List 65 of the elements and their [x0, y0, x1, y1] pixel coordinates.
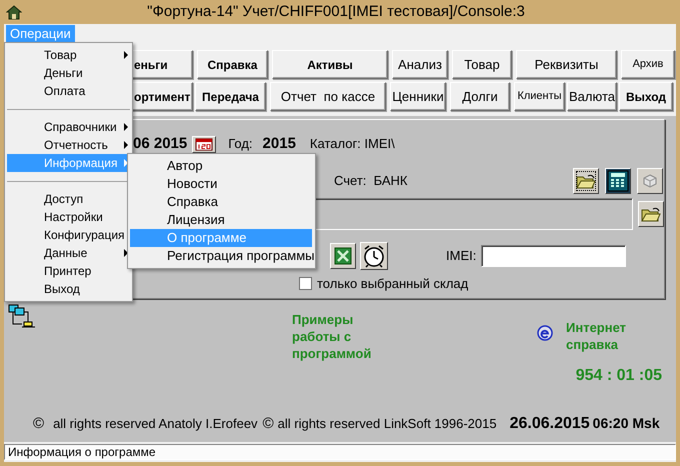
- cube-button[interactable]: [637, 168, 663, 194]
- menu-item[interactable]: Оплата: [7, 82, 130, 100]
- catalog-label: Каталог: IMEI\: [310, 136, 395, 152]
- calculator-button[interactable]: [605, 168, 631, 194]
- menu-item[interactable]: Лицензия: [130, 211, 312, 229]
- calendar-icon: [195, 138, 214, 150]
- menu-item[interactable]: Справка: [130, 193, 312, 211]
- open-button[interactable]: [638, 201, 664, 227]
- cube-icon: [643, 174, 657, 188]
- toolbar-button[interactable]: Активы: [272, 50, 388, 79]
- toolbar-button[interactable]: Ценники: [390, 82, 446, 111]
- date-text: 06 2015: [133, 136, 188, 152]
- internet-icon: [537, 325, 553, 341]
- open-button[interactable]: [573, 168, 599, 194]
- menu-item[interactable]: Конфигурация: [7, 226, 130, 244]
- network-icon: [8, 304, 38, 330]
- toolbar-button[interactable]: Анализ: [392, 50, 448, 79]
- toolbar-button[interactable]: ортимент: [131, 82, 193, 111]
- year-label: Год:: [228, 136, 253, 152]
- menu-item[interactable]: Настройки: [7, 208, 130, 226]
- menu-item[interactable]: Регистрация программы: [130, 247, 312, 265]
- year-value: 2015: [262, 136, 296, 152]
- checkbox[interactable]: [299, 277, 312, 290]
- calendar-button[interactable]: [192, 136, 216, 152]
- alarm-clock-icon: [362, 244, 386, 268]
- imei-field[interactable]: [481, 245, 626, 267]
- toolbar-button[interactable]: Валюта: [567, 82, 617, 111]
- toolbar-button[interactable]: Выход: [619, 82, 673, 111]
- toolbar-button[interactable]: Отчет по кассе: [270, 82, 386, 111]
- menu-item[interactable]: Справочники: [7, 118, 130, 136]
- copyright-text: all rights reserved Anatoly I.Erofeev: [53, 415, 258, 433]
- copyright-symbol: ©: [262, 414, 274, 434]
- toolbar-button[interactable]: Передача: [195, 82, 266, 111]
- menu-item[interactable]: Деньги: [7, 64, 130, 82]
- menu-item[interactable]: Принтер: [7, 262, 130, 280]
- toolbar-button[interactable]: Архив: [621, 50, 675, 79]
- menu-item[interactable]: Товар: [7, 46, 130, 64]
- copyright-symbol: ©: [33, 414, 44, 434]
- copyright-text: all rights reserved LinkSoft 1996-2015: [278, 415, 497, 433]
- menu-item[interactable]: Отчетность: [7, 136, 130, 154]
- toolbar-button[interactable]: Долги: [450, 82, 510, 111]
- toolbar-button[interactable]: Справка: [197, 50, 268, 79]
- imei-label: IMEI:: [446, 247, 476, 266]
- status-bar: Информация о программе: [4, 444, 676, 460]
- toolbar-button[interactable]: Реквизиты: [516, 50, 617, 79]
- checkbox-label: только выбранный склад: [317, 274, 468, 293]
- time-text: 06:20 Msk: [592, 414, 660, 433]
- folder-icon: [641, 206, 662, 222]
- toolbar-button[interactable]: Товар: [452, 50, 512, 79]
- window-title: "Фортуна-14" Учет/CHIFF001[IMEI тестовая]/Console:3: [146, 2, 526, 22]
- alarm-button[interactable]: [360, 242, 388, 270]
- menu-item[interactable]: Выход: [7, 280, 130, 298]
- app-icon: [6, 4, 22, 20]
- excel-button[interactable]: [330, 243, 356, 269]
- toolbar-button[interactable]: Клиенты: [514, 82, 565, 111]
- menu-item[interactable]: Автор: [130, 157, 312, 175]
- toolbar-button[interactable]: еньги: [131, 50, 193, 79]
- menu-item[interactable]: Доступ: [7, 190, 130, 208]
- account-label: Счет: БАНК: [334, 172, 408, 190]
- calculator-icon: [607, 170, 629, 192]
- spreadsheet-icon: [334, 247, 352, 265]
- folder-icon: [576, 173, 596, 189]
- date-text: 26.06.2015: [510, 414, 590, 434]
- timer-text: 954 : 01 :05: [576, 366, 662, 386]
- menu-item[interactable]: Новости: [130, 175, 312, 193]
